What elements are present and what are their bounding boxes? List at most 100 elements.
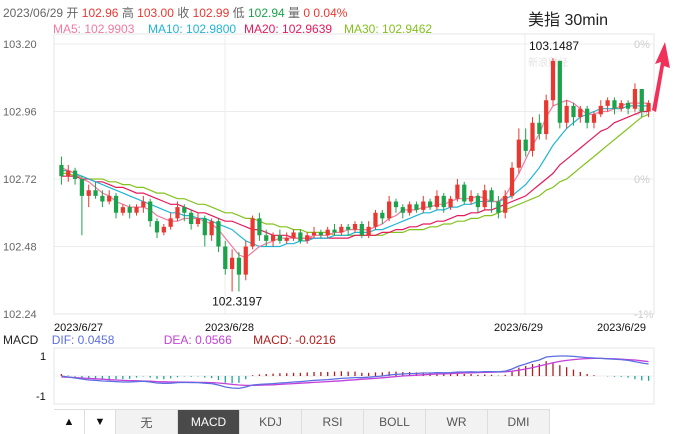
candle-body xyxy=(427,201,433,208)
candle-body xyxy=(66,170,71,177)
change-percent: 0.04% xyxy=(313,6,348,20)
low-label: 低 xyxy=(232,6,245,20)
candle-body xyxy=(441,195,446,208)
ma20-label: MA20: 102.9639 xyxy=(244,22,333,36)
candle-body xyxy=(537,122,542,134)
open-label: 开 xyxy=(66,6,79,20)
candle-body xyxy=(414,204,419,210)
ma5-label: MA5: 102.9903 xyxy=(53,22,135,36)
y-tick-label: 103.20 xyxy=(3,39,37,51)
candle-body xyxy=(646,103,651,112)
tab-macd[interactable]: MACD xyxy=(178,410,240,434)
y-tick-label: 102.96 xyxy=(3,107,37,119)
trend-arrow-icon xyxy=(652,42,670,112)
tab-none[interactable]: 无 xyxy=(116,410,178,434)
candle-body xyxy=(455,184,460,199)
candle-body xyxy=(434,195,440,208)
ohlc-date: 2023/06/29 xyxy=(3,6,64,20)
ma10-label: MA10: 102.9800 xyxy=(148,22,237,36)
candle-body xyxy=(598,105,603,115)
candle-body xyxy=(605,100,610,106)
ma30-label: MA30: 102.9462 xyxy=(344,22,433,36)
candle-body xyxy=(578,108,583,118)
candle-body xyxy=(270,235,276,241)
candle-body xyxy=(189,212,194,224)
x-tick-label: 2023/6/29 xyxy=(597,322,646,334)
candle-body xyxy=(202,218,207,236)
candle-body xyxy=(209,221,214,236)
scroll-down-button[interactable]: ▼ xyxy=(85,410,116,434)
candle-body xyxy=(141,201,146,208)
plot-frame xyxy=(53,33,655,315)
tab-wr[interactable]: WR xyxy=(426,410,488,434)
candle-body xyxy=(482,190,487,208)
volume-value: 0 xyxy=(303,6,311,20)
candle-body xyxy=(195,218,201,224)
candle-body xyxy=(154,221,160,233)
macd-tick-label: -1 xyxy=(36,391,46,403)
candle-body xyxy=(489,190,494,202)
candle-body xyxy=(393,201,399,208)
volume-label: 量 xyxy=(288,6,301,20)
candle-body xyxy=(571,105,576,118)
candle-body xyxy=(612,100,617,109)
macd-legend: MACD DIF: 0.0458 DEA: 0.0566 MACD: -0.02… xyxy=(3,333,346,347)
y-tick-label: 102.72 xyxy=(3,174,37,186)
candle-body xyxy=(544,100,549,134)
candle-body xyxy=(100,195,105,202)
dif-label: DIF: 0.0458 xyxy=(51,333,115,347)
candle-body xyxy=(585,108,590,123)
candle-body xyxy=(86,190,91,196)
tab-boll[interactable]: BOLL xyxy=(364,410,426,434)
candle-body xyxy=(332,229,337,233)
close-label: 收 xyxy=(177,6,190,20)
candle-body xyxy=(134,207,139,213)
y-tick-label: 102.24 xyxy=(3,309,37,321)
candle-body xyxy=(550,60,556,101)
candle-body xyxy=(387,201,392,219)
pct-tick-label: 0% xyxy=(634,174,650,186)
candle-body xyxy=(625,103,631,109)
candle-body xyxy=(161,226,166,233)
candle-body xyxy=(113,195,119,213)
candle-body xyxy=(346,226,351,230)
candle-body xyxy=(264,235,269,241)
candle-body xyxy=(516,139,521,168)
candle-body xyxy=(291,232,296,239)
macd-panel-name: MACD xyxy=(3,333,39,347)
candle-body xyxy=(632,89,638,109)
tab-rsi[interactable]: RSI xyxy=(302,410,364,434)
close-value: 102.99 xyxy=(192,6,230,20)
watermark: 新浪财经 xyxy=(528,56,568,69)
candle-body xyxy=(257,218,262,236)
candle-body xyxy=(523,139,528,151)
candle-body xyxy=(216,221,221,247)
candle-body xyxy=(503,195,508,213)
tab-kdj[interactable]: KDJ xyxy=(240,410,302,434)
candle-body xyxy=(311,232,317,236)
scroll-up-button[interactable]: ▲ xyxy=(54,410,85,434)
candle-body xyxy=(407,204,412,213)
chart-title: 美指 30min xyxy=(528,12,609,29)
candle-body xyxy=(339,226,344,233)
candle-body xyxy=(352,224,358,230)
candle-body xyxy=(107,195,112,202)
macd-tick-label: 1 xyxy=(40,351,46,363)
candle-body xyxy=(373,212,378,227)
candle-body xyxy=(421,201,426,210)
candle-body xyxy=(496,201,501,213)
candle-body xyxy=(182,207,187,213)
candle-body xyxy=(462,184,467,202)
candle-body xyxy=(475,195,481,208)
candle-body xyxy=(318,232,323,236)
candle-body xyxy=(468,195,474,202)
candle-body xyxy=(250,218,255,247)
candle-body xyxy=(530,122,535,151)
tab-dmi[interactable]: DMI xyxy=(488,410,550,434)
candle-body xyxy=(148,201,153,222)
candle-body xyxy=(284,238,289,241)
candle-body xyxy=(277,235,283,241)
candle-body xyxy=(639,89,644,112)
open-value: 102.96 xyxy=(81,6,119,20)
candlestick-chart[interactable]: 103.20 0%102.96 0%102.72 0%102.48102.24 -1%新… xyxy=(0,0,678,434)
